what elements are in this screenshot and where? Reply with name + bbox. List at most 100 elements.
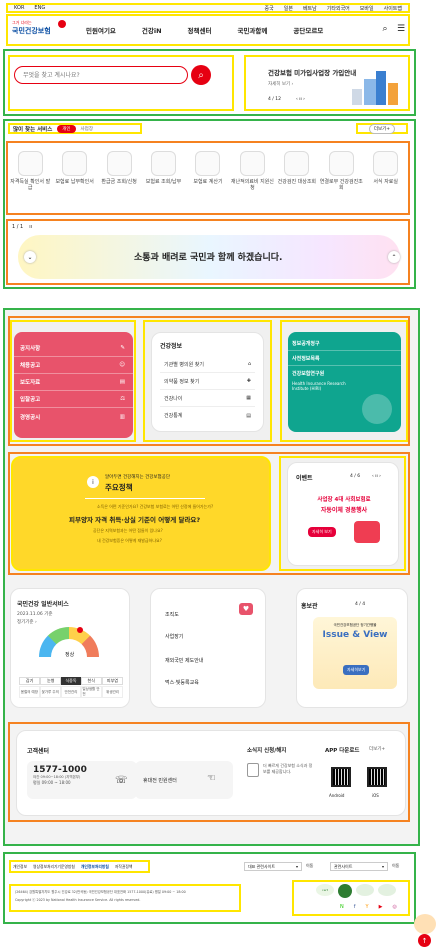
health-stats-link[interactable]: 건강통계 ▤ [160,407,255,424]
promo-counter[interactable]: 4 / 4 [355,602,365,607]
logo[interactable]: 그거 너라는 국민건강보험 [12,20,68,42]
recruit-link[interactable]: 채용공고 ☺ [14,357,133,374]
yozm-icon[interactable]: Y [366,904,369,910]
lang-etc[interactable]: 기타외국어 [327,5,350,12]
checkup-person-icon [284,151,310,176]
newsletter-text[interactable]: 더 빠르게 건강보험 소식과 정보를 제공합니다. [263,763,313,775]
event-banner[interactable]: 사업장 4대 사회보험료 자동이체 경품행사 자세히 보기 [298,491,390,559]
naver-blog-icon[interactable]: N [340,904,344,910]
promo-banner[interactable]: 국민건강보험공단 정기간행물 Issue & View 자세히보기 [313,617,397,689]
press-link[interactable]: 보도자료 ▤ [14,374,133,391]
quick-more-button[interactable]: 더보기+ [356,123,408,134]
lang-eng[interactable]: ENG [34,5,45,11]
search-icon[interactable]: ⌕ [380,24,390,34]
health-age-link[interactable]: 건강나이 ▦ [160,390,255,407]
go-button-2[interactable]: 이동 [392,863,399,869]
sign-language-icon: ☜ [207,773,216,784]
instagram-icon[interactable]: ◎ [392,904,396,910]
education-link[interactable]: 먹스·빛등록교육 [165,679,199,686]
payment-icon [151,151,177,176]
org-chart-link[interactable]: 조직도 [165,611,179,618]
tab-asthma[interactable]: 천식 [80,677,102,685]
lang-kor[interactable]: KOR [14,5,24,11]
quick-item[interactable]: 환급금 조회/신청 [97,151,141,185]
mascot-chatbot[interactable] [414,914,436,934]
bid-label: 입찰공고 [20,397,41,403]
footer-link-privacy[interactable]: 개인정보 [13,864,27,870]
search-button[interactable]: ⌕ [191,65,211,85]
tab-cold[interactable]: 감기 [19,677,41,685]
chevron-down-icon: ▾ [295,864,298,869]
lang-jp[interactable]: 일본 [284,5,293,12]
slogan-prev-button[interactable]: ⌄ [24,251,36,263]
event-controls[interactable]: ‹ ıı › [372,474,381,479]
android-qr-code[interactable] [331,767,351,787]
slogan-next-button[interactable]: ⌃ [388,251,400,263]
related-site-select[interactable]: 관련사이트 ▾ [330,862,388,871]
lang-cn[interactable]: 중국 [265,5,274,12]
medicine-search-link[interactable]: 의약품 정보 찾기 ✚ [160,373,255,390]
mobile-link[interactable]: 모바일 [360,5,374,12]
nav-health-in[interactable]: 건강iN [142,25,162,35]
quick-item[interactable]: 보험료 조회/납부 [142,151,186,185]
family-site-select[interactable]: 대표 관련사이트 ▾ [244,862,302,871]
tab-business[interactable]: 사업장 [81,126,93,132]
tab-eye[interactable]: 눈병 [40,677,62,685]
disclosure-link[interactable]: 경영공시 ▥ [14,408,133,425]
bid-link[interactable]: 입찰공고 ⚖ [14,391,133,408]
info-list-link[interactable]: 사전정보목록 [288,351,401,366]
quick-item[interactable]: 연결로부 건강검진조회 [319,151,363,191]
banner[interactable]: 건강보험 미가입사업장 가입안내 자세히 보기 › 4 / 12 ‹ ıı › [244,55,410,111]
service-sub[interactable]: 정기기준 › [17,619,37,625]
search-input[interactable] [14,66,188,84]
slogan-pause-button[interactable]: ıı [29,224,32,230]
newspaper-icon: ▤ [119,379,125,385]
footer-link-policy[interactable]: 개인정보처리방침 [81,864,109,870]
nav-minwon[interactable]: 민원여기요 [86,25,116,35]
quick-label: 서식 자료실 [373,179,399,185]
banner-link[interactable]: 자세히 보기 › [268,81,293,87]
quick-item[interactable]: 서식 자료실 [364,151,408,185]
hospital-search-link[interactable]: 기관별 병의원 찾기 ⌂ [160,356,255,373]
scroll-top-button[interactable]: ↑ [418,934,431,947]
business-link[interactable]: 사업장기 [165,633,183,640]
policy-q1[interactable]: 소득은 어떤 기준인가요? 건강보험 보험료는 어떤 산정에 들어가는가? [85,504,225,510]
quick-item[interactable]: 보험료 계산기 [186,151,230,185]
overseas-link[interactable]: 재외국민 제도안내 [165,657,203,664]
event-cta[interactable]: 자세히 보기 [308,527,336,537]
quick-item[interactable]: 건강검진 대상조회 [275,151,319,185]
footer-link-copyright[interactable]: 저작권정책 [115,864,132,870]
footer-link-cctv[interactable]: 영상정보처리기기운영방침 [33,864,75,870]
nav-together[interactable]: 국민과함께 [237,25,267,35]
slogan-banner: 1 / 1 ıı ⌄ 소통과 배려로 국민과 함께 하겠습니다. ⌃ [6,219,410,285]
links-card: ♥ 조직도 사업장기 재외국민 제도안내 먹스·빛등록교육 [150,588,266,708]
policy-q2[interactable]: 공단은 지역보험과는 어떤 점들이 있나요? [93,528,163,534]
lang-vn[interactable]: 베트남 [303,5,317,12]
notice-link[interactable]: 공지사항 ✎ [14,340,133,357]
facebook-icon[interactable]: f [354,904,356,910]
ios-qr-code[interactable] [367,767,387,787]
tab-skin[interactable]: 피부염 [101,677,124,685]
sitemap-link[interactable]: 사이트맵 [384,5,402,12]
banner-controls[interactable]: ‹ ıı › [296,97,305,102]
policy-q3[interactable]: 내 건강보험증은 어떻게 재발급하나요? [97,538,162,544]
heart-decoration-icon [362,394,392,424]
quick-item[interactable]: 자격득실 확인서 발급 [8,151,52,191]
nav-policy[interactable]: 정책센터 [188,25,212,35]
promo-cta[interactable]: 자세히보기 [343,665,370,675]
sign-center-box[interactable]: 휴대전 민원센터 ☜ [135,761,233,799]
nav-about[interactable]: 공단모르모 [293,25,323,35]
youtube-icon[interactable]: ▶ [379,904,383,910]
info-request-link[interactable]: 정보공개청구 [288,336,401,351]
quick-item[interactable]: 보험료 납부확인서 [53,151,97,185]
research-link[interactable]: 건강보험연구원 [288,366,401,381]
health-title: 건강정보 [160,343,183,350]
hamburger-icon[interactable]: ☰ [396,24,406,34]
tab-food[interactable]: 식중독 [61,677,81,685]
go-button-1[interactable]: 이동 [306,863,313,869]
quick-item[interactable]: 재난적의료비 지원신청 [230,151,274,191]
app-more-link[interactable]: 더보기+ [369,746,385,752]
policy-main-question[interactable]: 피부양자 자격 취득·상실 기준이 어떻게 달라요? [69,514,200,524]
tab-personal[interactable]: 개인 [57,124,76,133]
footer-links: 개인정보 영상정보처리기기운영방침 개인정보처리방침 저작권정책 [9,860,150,873]
